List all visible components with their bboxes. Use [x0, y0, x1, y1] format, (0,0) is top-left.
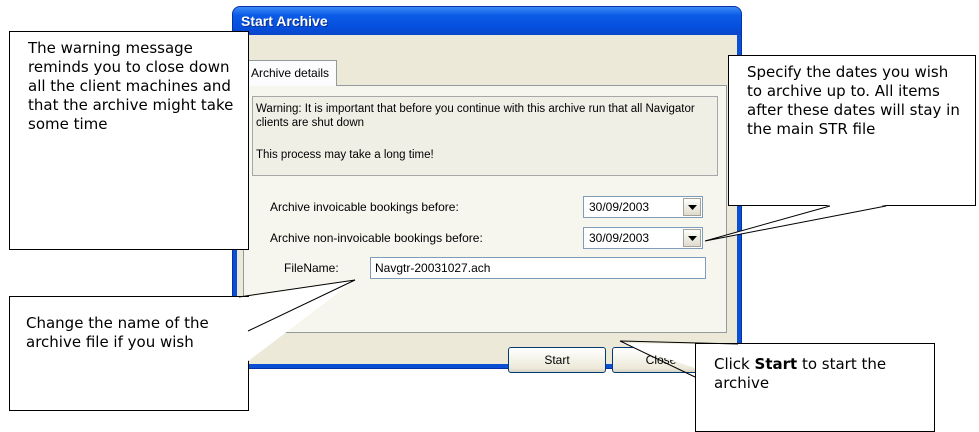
filename-label: FileName:	[284, 261, 339, 275]
non-invoicable-label: Archive non-invoicable bookings before:	[270, 231, 483, 245]
chevron-down-icon[interactable]	[683, 198, 701, 216]
callout-start-bold: Start	[754, 355, 798, 373]
callout-start-prefix: Click	[714, 355, 755, 373]
invoicable-date-select[interactable]: 30/09/2003	[583, 196, 703, 218]
start-button[interactable]: Start	[508, 347, 606, 373]
start-archive-dialog: Start Archive Archive details Warning: I…	[232, 6, 742, 373]
warning-duration-text: This process may take a long time!	[256, 149, 434, 161]
warning-text: Warning: It is important that before you…	[256, 103, 695, 129]
callout-filename: Change the name of the archive file if y…	[9, 296, 249, 411]
tab-panel: Warning: It is important that before you…	[243, 85, 727, 333]
dialog-client-area: Archive details Warning: It is important…	[237, 35, 737, 373]
callout-warning: The warning message reminds you to close…	[9, 31, 249, 250]
invoicable-date-value: 30/09/2003	[589, 200, 650, 214]
warning-message: Warning: It is important that before you…	[252, 96, 718, 176]
filename-input[interactable]	[370, 257, 706, 279]
title-bar[interactable]: Start Archive	[233, 7, 741, 35]
callout-dates: Specify the dates you wish to archive up…	[728, 55, 976, 206]
tab-archive-details[interactable]: Archive details	[243, 60, 338, 86]
window-title: Start Archive	[241, 13, 328, 29]
non-invoicable-date-value: 30/09/2003	[589, 231, 650, 245]
non-invoicable-date-select[interactable]: 30/09/2003	[583, 227, 703, 249]
chevron-down-icon[interactable]	[683, 229, 701, 247]
callout-start: Click Start to start the archive	[695, 343, 935, 432]
invoicable-label: Archive invoicable bookings before:	[270, 200, 459, 214]
